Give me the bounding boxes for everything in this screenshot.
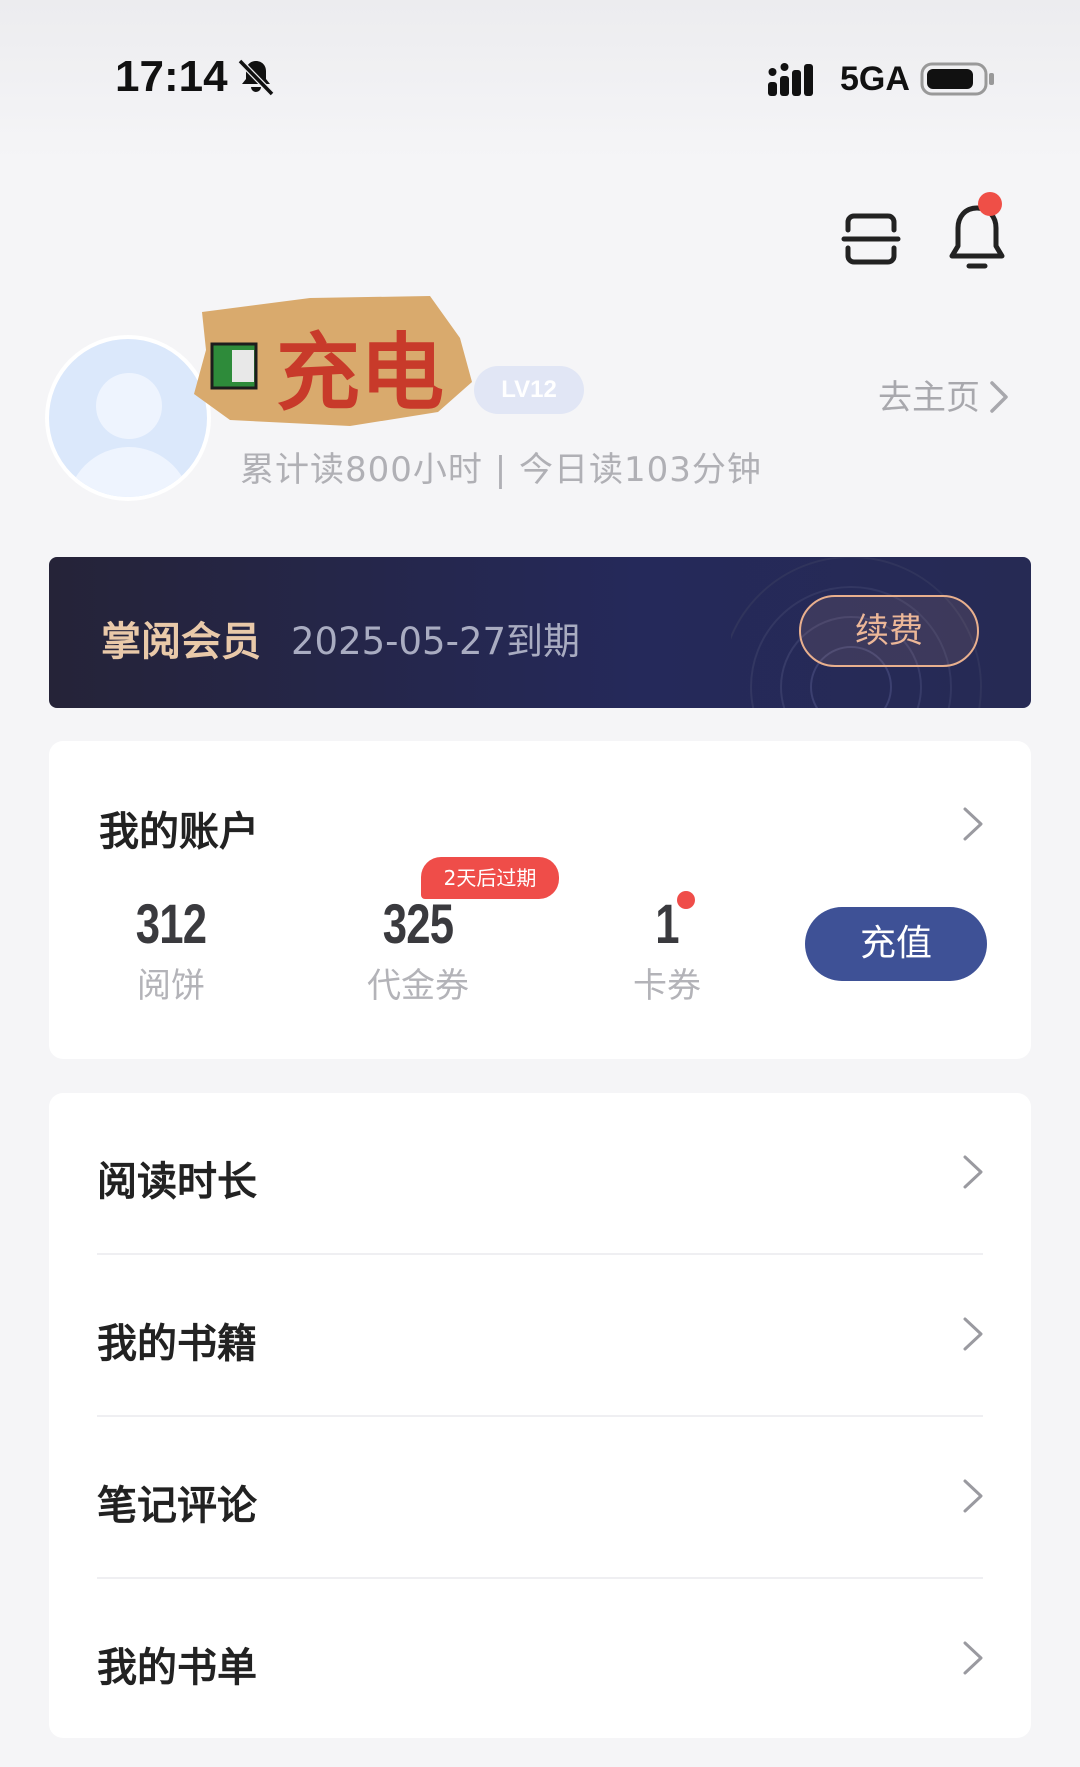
menu-item-booklists[interactable]: 我的书单	[49, 1579, 1031, 1741]
notification-dot	[978, 192, 1002, 216]
nickname-text: 充电	[276, 324, 444, 422]
stat-label: 卡券	[633, 966, 701, 1006]
avatar-head-shape	[96, 373, 162, 439]
menu-item-reading-time[interactable]: 阅读时长	[49, 1093, 1031, 1255]
menu-item-notes-comments[interactable]: 笔记评论	[49, 1417, 1031, 1579]
menu-item-label: 我的书籍	[97, 1321, 257, 1367]
stat-coupons[interactable]: 1 卡券	[567, 891, 767, 1007]
stat-vouchers[interactable]: 325 代金券	[318, 891, 518, 1007]
membership-banner[interactable]: 掌阅会员 2025-05-27到期 续费	[49, 557, 1031, 708]
bell-slash-icon	[237, 58, 275, 97]
expire-badge: 2天后过期	[421, 857, 559, 899]
menu-card: 阅读时长 我的书籍 笔记评论 我的书单	[49, 1093, 1031, 1738]
status-time: 17:14	[115, 52, 228, 101]
homepage-link-label: 去主页	[878, 378, 980, 418]
chevron-right-icon	[963, 1155, 983, 1189]
renew-button[interactable]: 续费	[799, 595, 979, 667]
membership-expiry: 2025-05-27到期	[291, 620, 581, 663]
chevron-right-icon	[963, 1479, 983, 1513]
chevron-right-icon[interactable]	[961, 805, 985, 843]
battery-icon	[920, 62, 994, 96]
reading-stats: 累计读800小时 | 今日读103分钟	[240, 450, 762, 490]
account-title[interactable]: 我的账户	[99, 799, 259, 857]
stat-label: 阅饼	[137, 966, 205, 1006]
account-card: 我的账户 312 阅饼 325 代金券 2天后过期 1 卡券 充值	[49, 741, 1031, 1059]
chevron-right-icon	[990, 381, 1008, 413]
stat-value: 312	[135, 892, 207, 955]
homepage-link[interactable]: 去主页	[878, 370, 1012, 419]
profile-page: 17:14 5GA 充电 LV12 去主页 累计读800小时 | 今日读103分…	[0, 0, 1080, 1767]
nickname-sticker: 充电	[194, 296, 472, 426]
avatar[interactable]	[45, 335, 211, 501]
avatar-body-shape	[67, 447, 191, 497]
membership-title: 掌阅会员	[101, 619, 261, 665]
stat-value: 325	[382, 892, 454, 955]
status-bar: 17:14 5GA	[0, 0, 1080, 160]
signal-icon	[768, 63, 813, 96]
recharge-button[interactable]: 充值	[805, 907, 987, 981]
menu-item-label: 阅读时长	[97, 1159, 257, 1205]
chevron-right-icon	[963, 1641, 983, 1675]
coupon-dot	[677, 891, 695, 909]
menu-item-my-books[interactable]: 我的书籍	[49, 1255, 1031, 1417]
network-label: 5GA	[840, 60, 910, 98]
scan-icon[interactable]	[840, 208, 902, 270]
menu-item-label: 笔记评论	[97, 1483, 257, 1529]
stat-reading-coins[interactable]: 312 阅饼	[71, 891, 271, 1007]
menu-item-label: 我的书单	[97, 1645, 257, 1691]
chevron-right-icon	[963, 1317, 983, 1351]
level-badge: LV12	[474, 366, 584, 414]
stat-value: 1	[655, 892, 679, 955]
stat-label: 代金券	[367, 966, 469, 1006]
